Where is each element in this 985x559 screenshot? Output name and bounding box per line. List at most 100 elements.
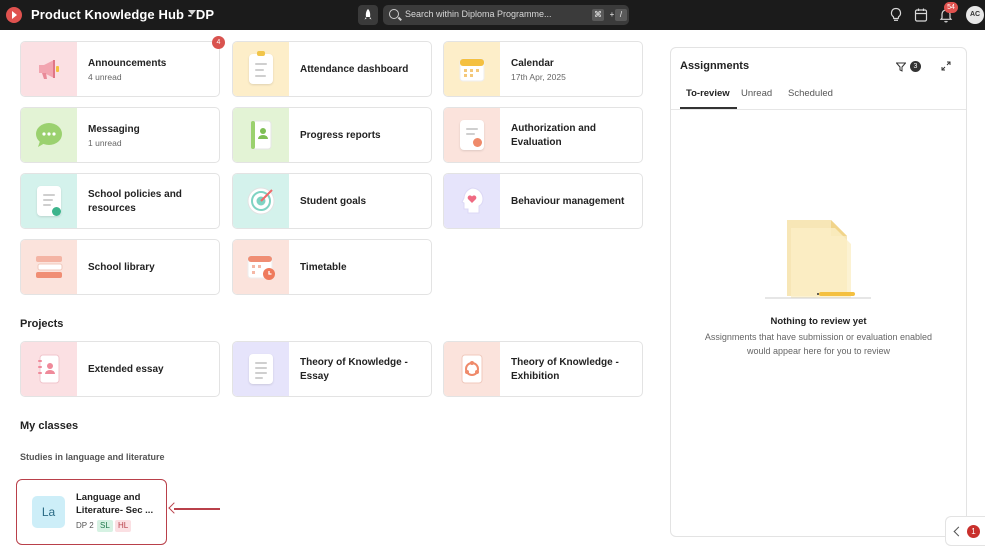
report-book-icon bbox=[250, 120, 272, 150]
tag-sl: SL bbox=[97, 520, 113, 532]
tile-icon-box bbox=[233, 42, 289, 96]
tile-icon-box bbox=[21, 108, 77, 162]
tile-timetable[interactable]: Timetable bbox=[232, 239, 432, 295]
tile-calendar[interactable]: Calendar 17th Apr, 2025 bbox=[443, 41, 643, 97]
tile-sub: 1 unread bbox=[88, 138, 122, 148]
rocket-glyph bbox=[364, 9, 372, 20]
tile-announcements[interactable]: Announcements 4 unread 4 bbox=[20, 36, 225, 97]
tile-sub: 17th Apr, 2025 bbox=[511, 72, 566, 82]
icon-line bbox=[466, 128, 478, 130]
shortcut-key-cmd: ⌘ bbox=[592, 9, 604, 21]
clip-icon bbox=[257, 51, 265, 56]
tile-label: Student goals bbox=[300, 196, 367, 207]
tag-hl: HL bbox=[115, 520, 132, 532]
tile-extended-essay[interactable]: Extended essay bbox=[20, 341, 220, 397]
notification-count-badge: 54 bbox=[944, 2, 958, 13]
tab-to-review[interactable]: To-review bbox=[686, 88, 730, 99]
tile-icon-box bbox=[233, 108, 289, 162]
tile-label: Theory of Knowledge - Exhibition bbox=[511, 357, 619, 382]
lightbulb-icon[interactable] bbox=[889, 7, 903, 23]
tab-scheduled[interactable]: Scheduled bbox=[788, 88, 833, 99]
app-logo-icon[interactable] bbox=[6, 7, 22, 23]
notebook-icon bbox=[38, 354, 60, 384]
tile-icon-box bbox=[444, 42, 500, 96]
tile-authorization-evaluation[interactable]: Authorization and Evaluation bbox=[443, 107, 643, 163]
filter-icon[interactable] bbox=[896, 62, 906, 72]
tile-school-library[interactable]: School library bbox=[20, 239, 220, 295]
tile-label: Theory of Knowledge - Essay bbox=[300, 357, 408, 382]
search-placeholder: Search within Diploma Programme... bbox=[405, 9, 552, 19]
class-card[interactable]: La Language and Literature- Sec ... DP 2… bbox=[16, 479, 167, 545]
chat-bubble-icon bbox=[36, 123, 62, 147]
tile-icon-box bbox=[21, 174, 77, 228]
tile-icon-box bbox=[21, 240, 77, 294]
target-icon bbox=[247, 187, 275, 215]
tile-tok-exhibition[interactable]: Theory of Knowledge - Exhibition bbox=[443, 341, 643, 397]
avatar[interactable]: AC bbox=[966, 6, 984, 24]
rocket-icon[interactable] bbox=[358, 5, 378, 25]
icon-line bbox=[466, 133, 475, 135]
class-group-heading: Studies in language and literature bbox=[20, 452, 165, 462]
icon-line bbox=[43, 204, 51, 206]
class-grade: DP 2 bbox=[76, 521, 94, 530]
tile-sub: 4 unread bbox=[88, 72, 122, 82]
tile-icon-box bbox=[21, 342, 77, 396]
calendar-icon[interactable] bbox=[914, 7, 928, 23]
icon-line bbox=[255, 367, 267, 369]
icon-line bbox=[255, 372, 267, 374]
books-icon bbox=[36, 256, 63, 278]
icon-line bbox=[255, 63, 267, 65]
tile-behaviour-management[interactable]: Behaviour management bbox=[443, 173, 643, 229]
tile-icon-box bbox=[233, 342, 289, 396]
tile-messaging[interactable]: Messaging 1 unread bbox=[20, 107, 220, 163]
tile-label: Attendance dashboard bbox=[300, 64, 409, 75]
tile-school-policies[interactable]: School policies and resources bbox=[20, 173, 220, 229]
tile-label: Announcements bbox=[88, 58, 167, 69]
tile-icon-box bbox=[21, 42, 77, 96]
tile-label: Timetable bbox=[300, 262, 347, 273]
chevron-left-icon bbox=[953, 526, 964, 537]
timetable-icon bbox=[247, 255, 275, 280]
tile-label: Extended essay bbox=[88, 364, 164, 375]
clipboard-icon bbox=[249, 51, 273, 84]
unread-count-badge: 4 bbox=[212, 36, 225, 49]
exhibition-icon bbox=[461, 354, 483, 384]
my-classes-heading: My classes bbox=[20, 420, 79, 432]
shortcut-key-slash: / bbox=[615, 9, 627, 21]
tile-icon-box bbox=[444, 342, 500, 396]
side-drawer-toggle[interactable]: 1 bbox=[945, 516, 985, 546]
expand-icon[interactable] bbox=[941, 61, 951, 71]
icon-line bbox=[43, 199, 53, 201]
tile-label: School policies and resources bbox=[88, 189, 182, 214]
empty-state-illustration bbox=[765, 220, 871, 299]
chevron-down-icon[interactable] bbox=[188, 10, 196, 15]
tile-tok-essay[interactable]: Theory of Knowledge - Essay bbox=[232, 341, 432, 397]
icon-line bbox=[255, 69, 264, 71]
policy-document-icon bbox=[37, 186, 61, 216]
tile-icon-box bbox=[444, 174, 500, 228]
side-tab-badge: 1 bbox=[967, 525, 980, 538]
tile-icon-box bbox=[444, 108, 500, 162]
tile-label: Progress reports bbox=[300, 130, 381, 141]
tab-unread[interactable]: Unread bbox=[741, 88, 772, 99]
essay-icon bbox=[249, 354, 273, 384]
class-avatar: La bbox=[32, 496, 65, 528]
annotation-arrow-line bbox=[174, 508, 220, 510]
tile-student-goals[interactable]: Student goals bbox=[232, 173, 432, 229]
tile-label: Messaging bbox=[88, 124, 140, 135]
tile-attendance-dashboard[interactable]: Attendance dashboard bbox=[232, 41, 432, 97]
empty-state-description: Assignments that have submission or eval… bbox=[704, 332, 933, 356]
app-title[interactable]: Product Knowledge Hub - DP bbox=[31, 7, 214, 22]
tile-progress-reports[interactable]: Progress reports bbox=[232, 107, 432, 163]
assignments-panel: Assignments 3 To-review Unread Scheduled… bbox=[670, 47, 967, 537]
megaphone-icon bbox=[39, 60, 59, 79]
calendar-icon bbox=[459, 58, 485, 82]
tile-label: Authorization and Evaluation bbox=[511, 123, 596, 148]
seal-icon bbox=[473, 138, 482, 147]
assignments-title: Assignments bbox=[680, 60, 750, 72]
check-icon bbox=[52, 207, 61, 216]
search-icon bbox=[389, 9, 399, 19]
tabs-divider bbox=[671, 109, 966, 110]
projects-heading: Projects bbox=[20, 318, 64, 330]
search-bar[interactable]: Search within Diploma Programme... ⌘ + / bbox=[383, 5, 629, 25]
